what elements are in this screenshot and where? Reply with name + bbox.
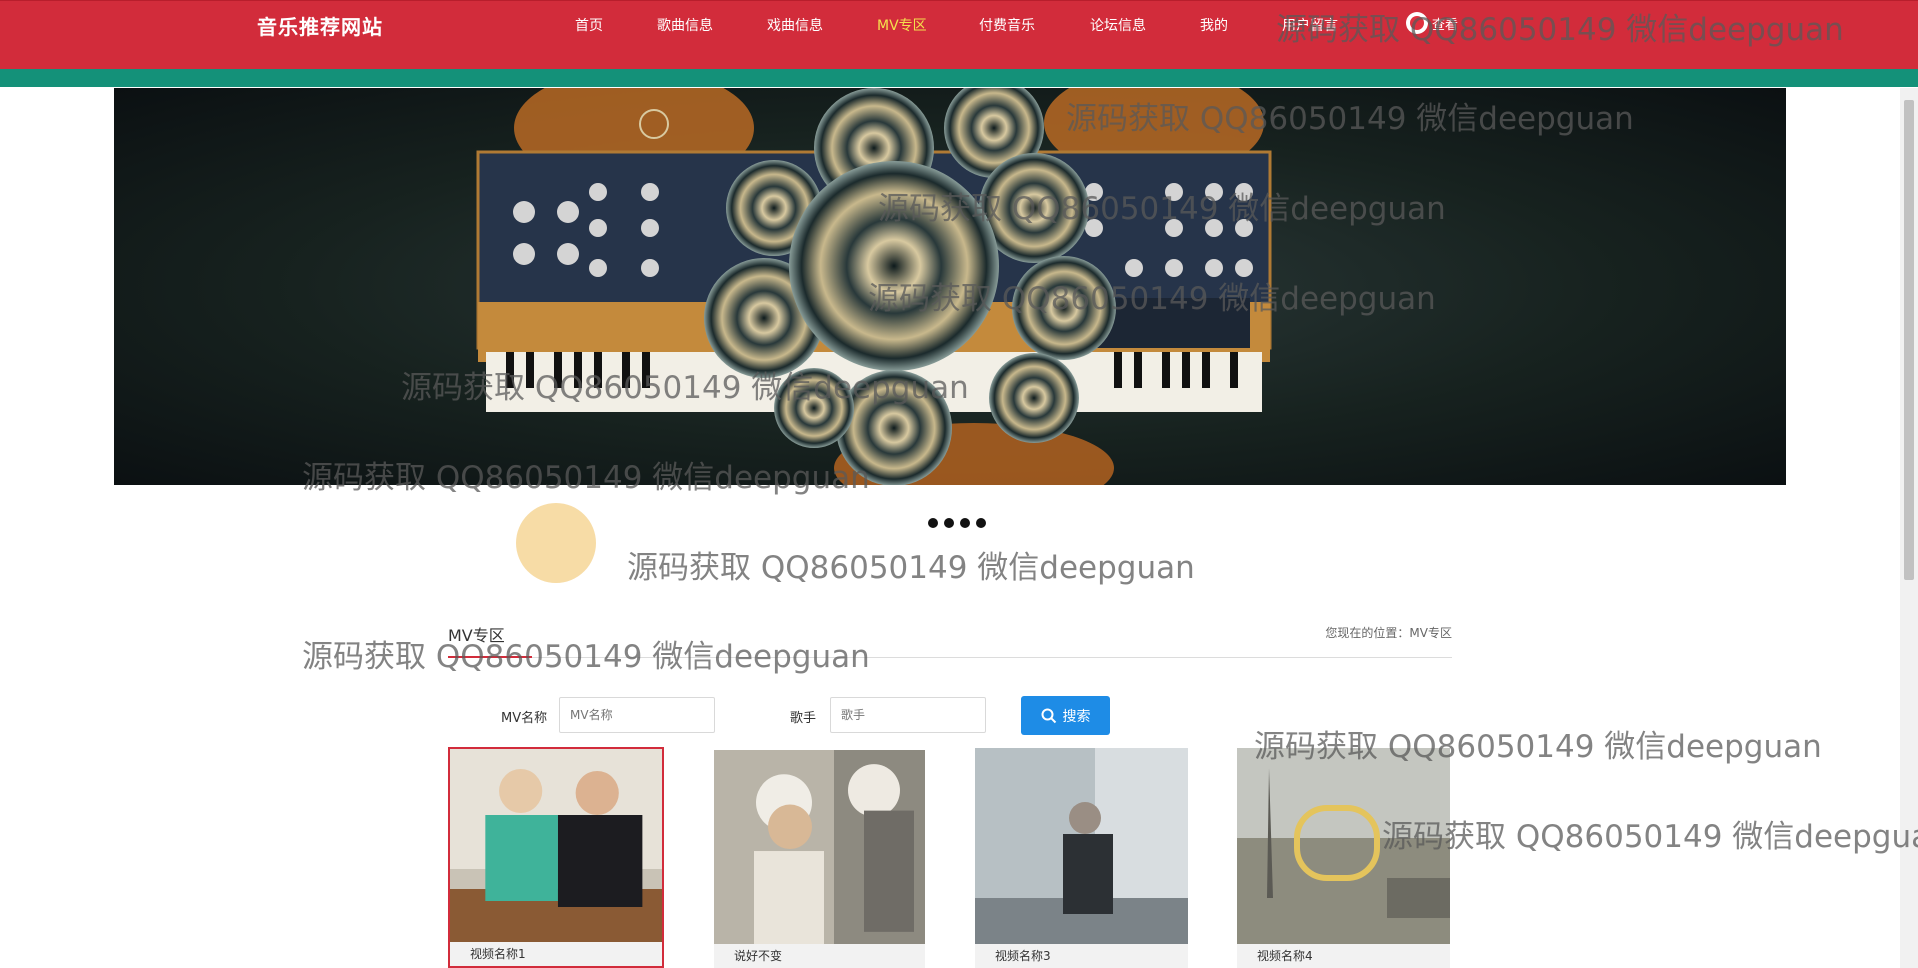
nav-messages[interactable]: 用户留言 [1282,15,1338,35]
singer-input[interactable] [830,697,986,733]
banner-image[interactable] [114,88,1786,485]
carousel-dot[interactable] [944,518,954,528]
nav-mine[interactable]: 我的 [1200,15,1228,35]
site-brand[interactable]: 音乐推荐网站 [257,11,383,40]
cursor-highlight [516,503,596,583]
nav-forum[interactable]: 论坛信息 [1090,15,1146,35]
section-title-underline [448,656,532,658]
carousel-dot[interactable] [976,518,986,528]
nav-mv[interactable]: MV专区 [877,15,927,35]
page-scrollbar[interactable] [1900,88,1918,968]
avatar [1406,12,1428,34]
mv-thumbnail [450,749,662,945]
watermark: 源码获取 QQ86050149 微信deepguan [1382,819,1918,855]
nav-opera[interactable]: 戏曲信息 [767,15,823,35]
header-stripe [0,69,1918,87]
search-icon [1041,708,1056,723]
singer-label: 歌手 [790,711,817,726]
section-title: MV专区 [448,626,505,645]
mv-thumbnail [714,750,925,946]
mv-caption: 视频名称4 [1237,944,1450,968]
mv-caption: 视频名称3 [975,944,1188,968]
carousel-dot[interactable] [960,518,970,528]
search-button-label: 搜索 [1062,708,1091,725]
mv-caption: 视频名称1 [450,942,662,966]
watermark: 源码获取 QQ86050149 微信deepguan [627,550,1195,586]
mv-card[interactable]: 视频名称4 [1237,748,1450,968]
nav-paid-music[interactable]: 付费音乐 [979,15,1035,35]
mv-thumbnail [975,748,1188,944]
watermark: 源码获取 QQ86050149 微信deepguan [302,639,870,675]
mv-name-label: MV名称 [501,711,548,726]
mv-name-input[interactable] [559,697,715,733]
carousel-dot[interactable] [928,518,938,528]
mv-card[interactable]: 视频名称3 [975,748,1188,968]
scrollbar-thumb[interactable] [1904,100,1914,580]
mv-thumbnail [1237,748,1450,944]
search-button[interactable]: 搜索 [1021,696,1110,735]
user-menu-label: 查看 [1432,17,1459,33]
mv-card[interactable]: 视频名称1 [448,747,664,968]
nav-home[interactable]: 首页 [575,15,603,35]
carousel-dots [928,518,986,528]
mv-caption: 说好不变 [714,944,925,968]
section-divider [448,657,1452,658]
synth-speakers-illustration [476,88,1272,485]
mv-card[interactable]: 说好不变 [714,750,925,968]
user-menu[interactable]: 查看 [1406,12,1458,34]
nav-songs[interactable]: 歌曲信息 [657,15,713,35]
top-nav-bar: 音乐推荐网站 首页 歌曲信息 戏曲信息 MV专区 付费音乐 论坛信息 我的 用户… [0,0,1918,69]
breadcrumb: 您现在的位置：MV专区 [1325,626,1452,640]
